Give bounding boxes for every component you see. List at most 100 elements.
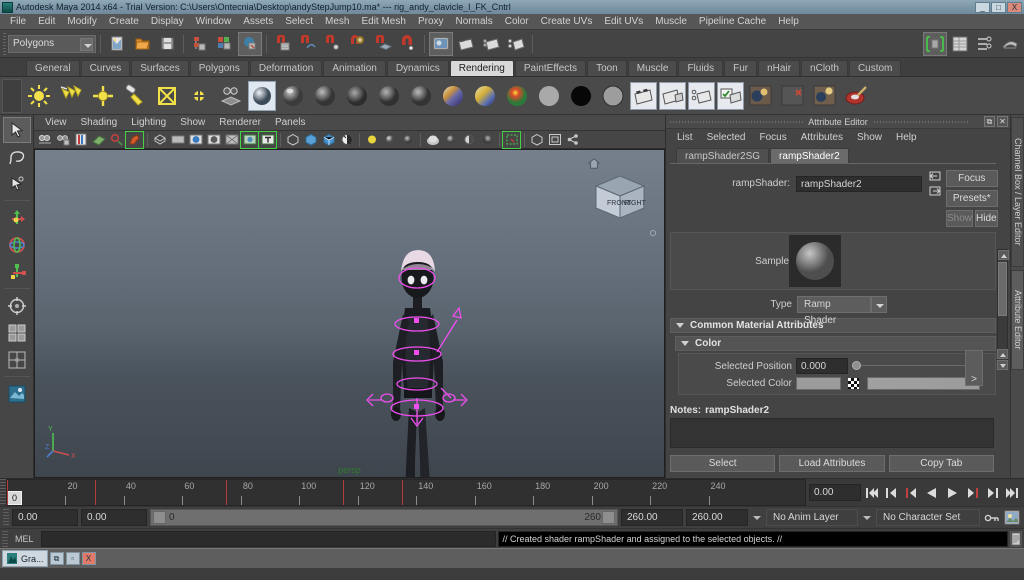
perspective-viewport[interactable]: FRONT RIGHT Y X Z persp xyxy=(34,149,665,478)
scrollbar-thumb[interactable] xyxy=(998,262,1007,316)
universal-manipulator-button[interactable] xyxy=(3,293,31,319)
shelf-tab-ncloth[interactable]: nCloth xyxy=(801,60,848,76)
shelf-tab-polygons[interactable]: Polygons xyxy=(189,60,249,76)
grease-pencil-icon[interactable] xyxy=(125,130,144,149)
status-line-grip[interactable] xyxy=(2,32,7,55)
attribute-editor-menu-show[interactable]: Show xyxy=(850,130,889,145)
taskbar-close-button[interactable]: X xyxy=(81,552,96,565)
tool-settings-icon[interactable] xyxy=(998,32,1022,56)
hide-button[interactable]: Hide xyxy=(975,210,998,227)
shelf-tab-fluids[interactable]: Fluids xyxy=(678,60,724,76)
menu-item-edit-mesh[interactable]: Edit Mesh xyxy=(355,14,411,29)
select-button[interactable]: Select xyxy=(670,455,776,472)
range-left-handle[interactable] xyxy=(153,511,166,524)
go-to-end-icon[interactable] xyxy=(1003,484,1021,502)
open-scene-icon[interactable] xyxy=(130,32,154,56)
script-editor-icon[interactable] xyxy=(1010,530,1022,547)
timeline-current-frame-cursor[interactable]: 0 xyxy=(7,491,22,505)
material-sample-swatch[interactable] xyxy=(789,235,841,287)
ramp-texture-icon[interactable] xyxy=(470,80,500,112)
viewport-menu-show[interactable]: Show xyxy=(173,115,212,130)
color-map-button[interactable] xyxy=(848,378,859,389)
viewport-menu-lighting[interactable]: Lighting xyxy=(124,115,173,130)
shaded-textured-icon[interactable] xyxy=(187,132,204,148)
snap-magnet-icon[interactable] xyxy=(396,32,420,56)
selection-mode-dropdown[interactable]: Polygons xyxy=(8,34,96,53)
menu-item-create-uvs[interactable]: Create UVs xyxy=(535,14,599,29)
ipr-render-shelf-icon[interactable] xyxy=(688,81,715,110)
ambient-light-icon[interactable] xyxy=(24,80,54,112)
viewport-menu-view[interactable]: View xyxy=(38,115,74,130)
smooth-shade-icon[interactable] xyxy=(169,132,186,148)
select-hierarchy-icon[interactable] xyxy=(188,32,212,56)
single-pane-icon[interactable] xyxy=(528,132,545,148)
select-object-icon[interactable] xyxy=(213,32,237,56)
lock-camera-icon[interactable] xyxy=(54,132,71,148)
shelf-tab-custom[interactable]: Custom xyxy=(848,60,902,76)
taskbar-item[interactable]: Gra... xyxy=(2,550,48,567)
auto-keyframe-icon[interactable] xyxy=(983,510,1001,526)
viewcube-compass-icon[interactable] xyxy=(646,226,660,240)
character-set-dropdown[interactable]: No Character Set xyxy=(876,509,980,526)
channel-box-icon[interactable] xyxy=(948,32,972,56)
timeline-keyframe-marker[interactable] xyxy=(343,480,345,505)
toggle-sidebar-icon[interactable] xyxy=(923,31,947,56)
shelf-tab-animation[interactable]: Animation xyxy=(323,60,386,76)
directional-light-icon[interactable] xyxy=(56,80,86,112)
menu-item-color[interactable]: Color xyxy=(499,14,535,29)
snap-projected-center-icon[interactable] xyxy=(346,32,370,56)
menu-item-window[interactable]: Window xyxy=(190,14,238,29)
timeline-keyframe-marker[interactable] xyxy=(94,480,96,505)
surface-shader-icon[interactable] xyxy=(502,80,532,112)
menu-item-normals[interactable]: Normals xyxy=(450,14,499,29)
text-overlay-icon[interactable] xyxy=(258,130,277,149)
color-section[interactable]: Color xyxy=(675,336,996,351)
menu-item-mesh[interactable]: Mesh xyxy=(319,14,355,29)
attribute-editor-tab-rampshader2[interactable]: rampShader2 xyxy=(770,148,849,163)
command-input-field[interactable] xyxy=(40,530,496,547)
shelf-tab-painteffects[interactable]: PaintEffects xyxy=(514,60,587,76)
scroll-up-small-icon[interactable] xyxy=(997,349,1008,359)
attribute-editor-menu-selected[interactable]: Selected xyxy=(700,130,753,145)
menu-item-assets[interactable]: Assets xyxy=(237,14,279,29)
home-icon[interactable] xyxy=(588,158,600,169)
vertical-tab-channel-box[interactable]: Channel Box / Layer Editor xyxy=(1011,117,1024,267)
presets-button[interactable]: Presets* xyxy=(946,190,998,207)
animation-end-time-field[interactable]: 260.00 xyxy=(686,509,748,526)
shelf-overflow-button[interactable] xyxy=(1009,81,1021,107)
ramp-shader-icon[interactable] xyxy=(248,80,276,111)
multi-pane-icon[interactable] xyxy=(546,132,563,148)
screen-space-ao-icon[interactable] xyxy=(240,130,259,149)
area-light-icon[interactable] xyxy=(152,80,182,112)
scroll-up-icon[interactable] xyxy=(998,250,1009,260)
render-current-frame-shelf-icon[interactable] xyxy=(630,81,657,110)
attribute-editor-tab-rampshader2sg[interactable]: rampShader2SG xyxy=(676,148,770,163)
range-slider-grip[interactable] xyxy=(3,509,9,526)
ramp-gradient-preview[interactable] xyxy=(867,377,980,390)
viewport-menu-shading[interactable]: Shading xyxy=(74,115,125,130)
character-set-chevron-down-icon[interactable] xyxy=(861,509,873,526)
load-attributes-button[interactable]: Load Attributes xyxy=(779,455,885,472)
attribute-editor-menu-help[interactable]: Help xyxy=(889,130,924,145)
bookmarks-icon[interactable] xyxy=(72,132,89,148)
point-light-icon[interactable] xyxy=(88,80,118,112)
attribute-editor-menu-focus[interactable]: Focus xyxy=(752,130,793,145)
image-plane-icon[interactable] xyxy=(90,132,107,148)
snap-grid-icon[interactable] xyxy=(271,32,295,56)
step-back-frame-icon[interactable] xyxy=(903,484,921,502)
range-right-handle[interactable] xyxy=(602,511,615,524)
new-scene-icon[interactable] xyxy=(105,32,129,56)
select-component-icon[interactable] xyxy=(238,31,262,56)
play-backwards-icon[interactable] xyxy=(923,484,941,502)
shelf-tab-deformation[interactable]: Deformation xyxy=(249,60,323,76)
rotate-tool-button[interactable] xyxy=(3,232,31,258)
timeline-keyframe-marker[interactable] xyxy=(401,480,403,505)
selected-color-swatch[interactable] xyxy=(796,377,841,390)
maximize-button[interactable]: □ xyxy=(991,1,1006,13)
exposure-icon[interactable] xyxy=(363,132,380,148)
shadow-map-icon[interactable] xyxy=(478,132,495,148)
menu-item-edit-uvs[interactable]: Edit UVs xyxy=(598,14,649,29)
undock-icon[interactable]: ⧉ xyxy=(984,116,995,127)
layered-shader-icon[interactable] xyxy=(438,80,468,112)
play-forwards-icon[interactable] xyxy=(943,484,961,502)
